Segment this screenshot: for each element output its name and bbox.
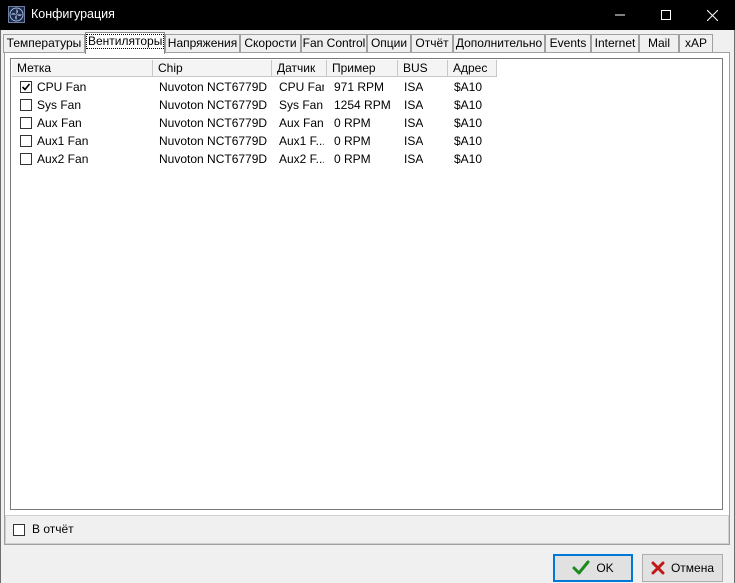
title-bar[interactable]: Конфигурация	[0, 0, 735, 30]
close-button[interactable]	[689, 0, 735, 30]
table-row[interactable]: CPU Fan Nuvoton NCT6779D CPU Fan 971 RPM…	[12, 78, 712, 96]
row-checkbox[interactable]	[20, 135, 32, 147]
tab-internet[interactable]: Internet	[591, 34, 639, 53]
cell-sensor: Aux2 F...	[279, 152, 324, 166]
cell-sensor: Aux1 F...	[279, 134, 324, 148]
cell-label: Aux1 Fan	[37, 134, 89, 148]
window-title: Конфигурация	[31, 7, 115, 21]
ok-button[interactable]: OK	[553, 554, 633, 582]
table-row[interactable]: Aux Fan Nuvoton NCT6779D Aux Fan 0 RPM I…	[12, 114, 712, 132]
cell-label: CPU Fan	[37, 80, 87, 94]
cell-bus: ISA	[404, 134, 424, 148]
close-icon	[706, 9, 718, 21]
cell-address: $A10	[454, 116, 483, 130]
cell-address: $A10	[454, 98, 483, 112]
fans-list[interactable]: Метка Chip Датчик Пример BUS Адрес CPU F…	[10, 58, 723, 510]
cell-label: Aux Fan	[37, 116, 82, 130]
minimize-button[interactable]	[597, 0, 643, 30]
tab-xap[interactable]: xAP	[679, 34, 713, 53]
cell-label: Sys Fan	[37, 98, 82, 112]
cell-sample: 0 RPM	[334, 116, 371, 130]
cell-sample: 1254 RPM	[334, 98, 391, 112]
tab-voltages[interactable]: Напряжения	[165, 34, 240, 53]
cell-bus: ISA	[404, 98, 424, 112]
column-header-bus[interactable]: BUS	[398, 60, 448, 77]
table-row[interactable]: Aux1 Fan Nuvoton NCT6779D Aux1 F... 0 RP…	[12, 132, 712, 150]
row-checkbox[interactable]	[20, 117, 32, 129]
column-header-sensor[interactable]: Датчик	[272, 60, 327, 77]
cell-bus: ISA	[404, 80, 424, 94]
cell-sample: 0 RPM	[334, 134, 371, 148]
cell-address: $A10	[454, 80, 483, 94]
cell-chip: Nuvoton NCT6779D	[159, 152, 268, 166]
maximize-icon	[661, 10, 671, 20]
checkmark-icon	[21, 83, 31, 91]
cancel-button[interactable]: Отмена	[642, 554, 723, 582]
cell-chip: Nuvoton NCT6779D	[159, 98, 268, 112]
cell-sensor: CPU Fan	[279, 80, 324, 94]
table-row[interactable]: Sys Fan Nuvoton NCT6779D Sys Fan 1254 RP…	[12, 96, 712, 114]
ok-button-label: OK	[596, 561, 614, 575]
column-header-chip[interactable]: Chip	[153, 60, 272, 77]
checkmark-icon	[572, 560, 590, 576]
cancel-button-label: Отмена	[670, 561, 715, 575]
fan-app-icon	[8, 6, 25, 23]
report-option-area: В отчёт	[5, 515, 729, 544]
cell-sample: 971 RPM	[334, 80, 385, 94]
column-header-address[interactable]: Адрес	[448, 60, 497, 77]
row-checkbox[interactable]	[20, 153, 32, 165]
report-checkbox[interactable]	[13, 524, 25, 536]
cell-sensor: Sys Fan	[279, 98, 324, 112]
cell-address: $A10	[454, 152, 483, 166]
cell-bus: ISA	[404, 152, 424, 166]
cell-bus: ISA	[404, 116, 424, 130]
tab-additional[interactable]: Дополнительно	[453, 34, 545, 53]
maximize-button[interactable]	[643, 0, 689, 30]
table-row[interactable]: Aux2 Fan Nuvoton NCT6779D Aux2 F... 0 RP…	[12, 150, 712, 168]
cell-chip: Nuvoton NCT6779D	[159, 116, 268, 130]
tab-report[interactable]: Отчёт	[411, 34, 453, 53]
tab-options[interactable]: Опции	[367, 34, 411, 53]
row-checkbox[interactable]	[20, 81, 32, 93]
tab-temperatures[interactable]: Температуры	[3, 34, 85, 53]
tab-fan-control[interactable]: Fan Control	[301, 34, 367, 53]
tab-mail[interactable]: Mail	[639, 34, 679, 53]
column-header-sample[interactable]: Пример	[327, 60, 398, 77]
cell-chip: Nuvoton NCT6779D	[159, 80, 268, 94]
cell-sample: 0 RPM	[334, 152, 371, 166]
tab-fans[interactable]: Вентиляторы	[85, 32, 165, 54]
report-checkbox-label[interactable]: В отчёт	[32, 522, 74, 536]
cell-label: Aux2 Fan	[37, 152, 89, 166]
column-header-label[interactable]: Метка	[12, 60, 153, 77]
cell-sensor: Aux Fan	[279, 116, 324, 130]
cross-icon	[651, 561, 665, 575]
cell-address: $A10	[454, 134, 483, 148]
row-checkbox[interactable]	[20, 99, 32, 111]
tab-events[interactable]: Events	[545, 34, 591, 53]
minimize-icon	[615, 14, 625, 16]
cell-chip: Nuvoton NCT6779D	[159, 134, 268, 148]
tab-speeds[interactable]: Скорости	[240, 34, 301, 53]
